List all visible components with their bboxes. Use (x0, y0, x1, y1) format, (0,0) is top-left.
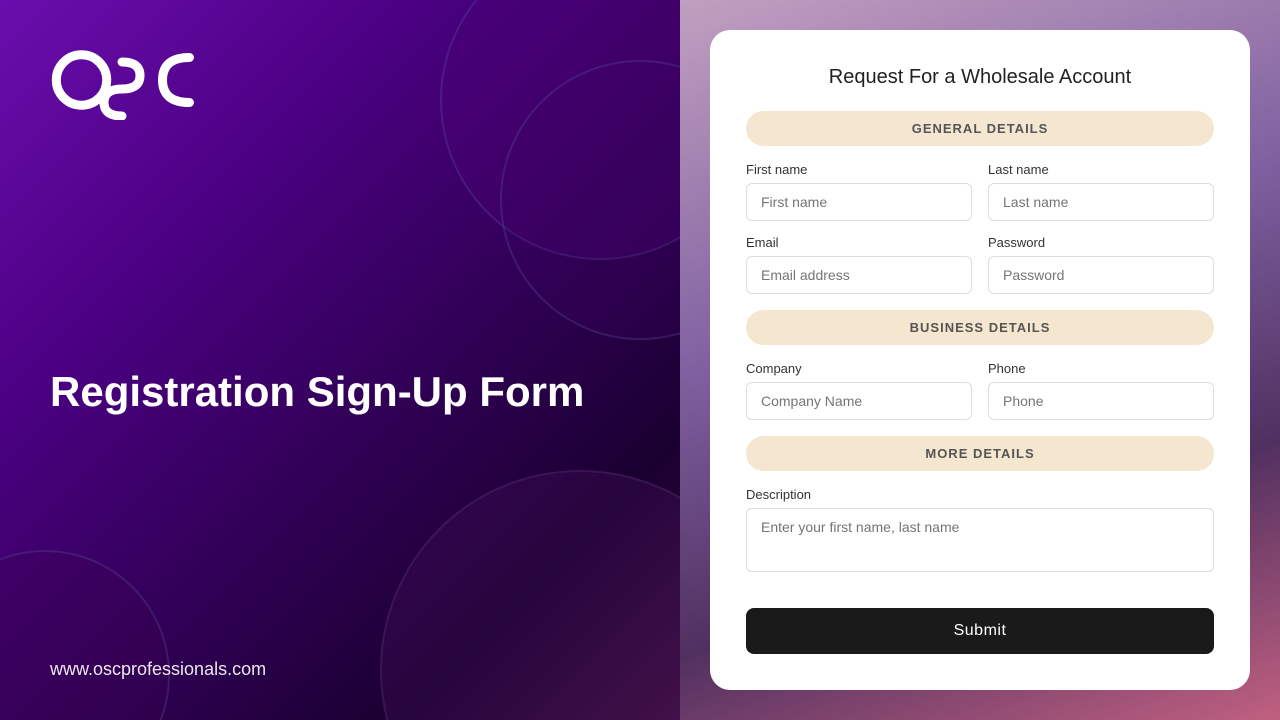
password-group: Password (988, 235, 1214, 294)
email-input[interactable] (746, 256, 972, 294)
logo (50, 40, 630, 125)
description-group: Description (746, 487, 1214, 572)
password-label: Password (988, 235, 1214, 250)
more-details-section: MORE DETAILS Description (746, 436, 1214, 572)
email-group: Email (746, 235, 972, 294)
right-panel: Request For a Wholesale Account GENERAL … (680, 0, 1280, 720)
password-input[interactable] (988, 256, 1214, 294)
business-details-section: BUSINESS DETAILS Company Phone (746, 310, 1214, 420)
company-phone-row: Company Phone (746, 361, 1214, 420)
description-input[interactable] (746, 508, 1214, 572)
form-card: Request For a Wholesale Account GENERAL … (710, 30, 1250, 690)
first-name-input[interactable] (746, 183, 972, 221)
last-name-label: Last name (988, 162, 1214, 177)
more-details-header: MORE DETAILS (746, 436, 1214, 471)
general-details-section: GENERAL DETAILS First name Last name Ema… (746, 111, 1214, 294)
general-details-header: GENERAL DETAILS (746, 111, 1214, 146)
description-label: Description (746, 487, 1214, 502)
last-name-group: Last name (988, 162, 1214, 221)
company-input[interactable] (746, 382, 972, 420)
email-password-row: Email Password (746, 235, 1214, 294)
company-label: Company (746, 361, 972, 376)
left-panel: Registration Sign-Up Form www.oscprofess… (0, 0, 680, 720)
name-row: First name Last name (746, 162, 1214, 221)
website-url: www.oscprofessionals.com (50, 659, 630, 680)
form-title: Request For a Wholesale Account (746, 66, 1214, 89)
left-content: Registration Sign-Up Form (50, 125, 630, 659)
phone-group: Phone (988, 361, 1214, 420)
last-name-input[interactable] (988, 183, 1214, 221)
phone-label: Phone (988, 361, 1214, 376)
business-details-header: BUSINESS DETAILS (746, 310, 1214, 345)
submit-button[interactable]: Submit (746, 608, 1214, 654)
company-group: Company (746, 361, 972, 420)
tagline: Registration Sign-Up Form (50, 367, 584, 417)
first-name-group: First name (746, 162, 972, 221)
email-label: Email (746, 235, 972, 250)
phone-input[interactable] (988, 382, 1214, 420)
first-name-label: First name (746, 162, 972, 177)
